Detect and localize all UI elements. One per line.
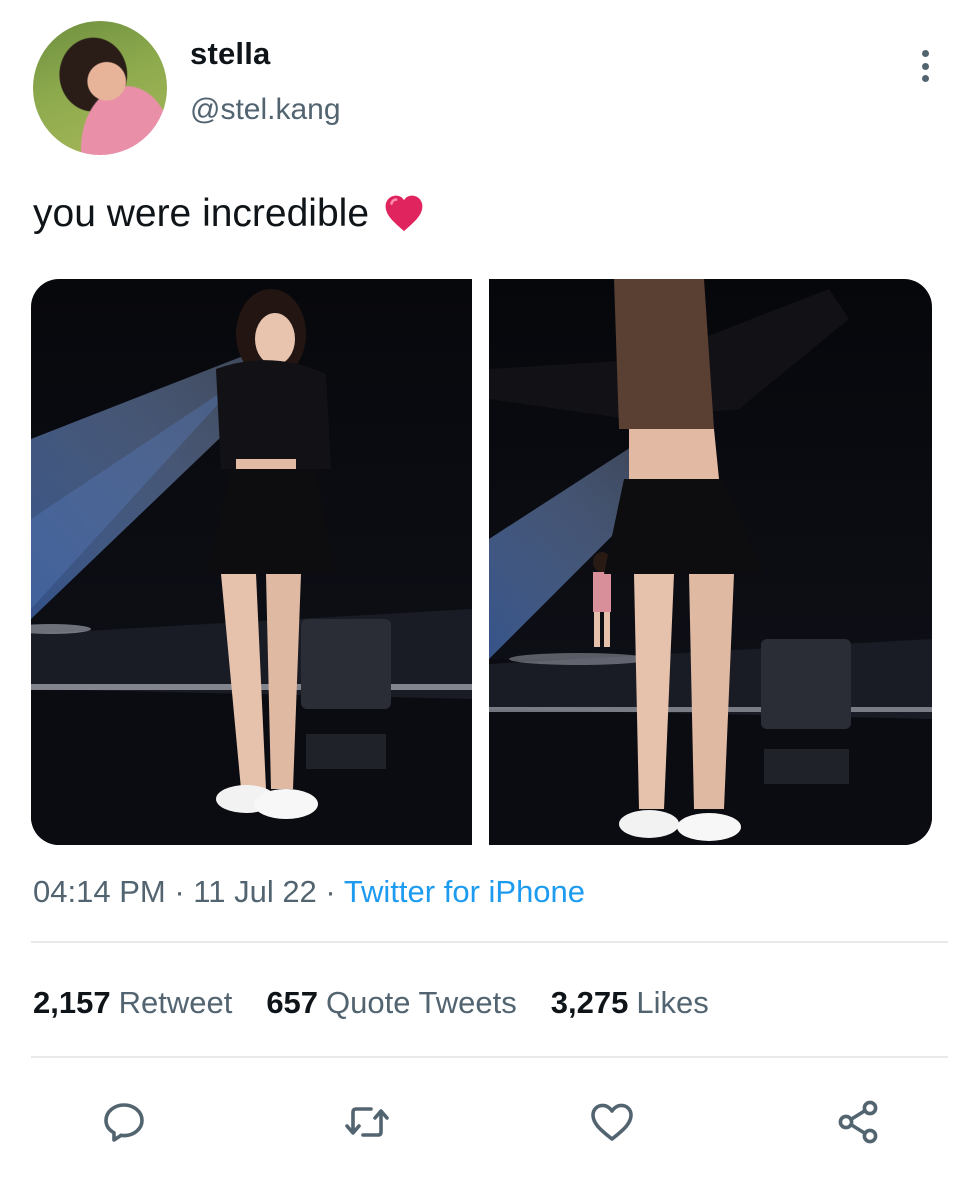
like-button[interactable]	[586, 1096, 638, 1148]
tweet-stats: 2,157 Retweet 657 Quote Tweets 3,275 Likes	[33, 985, 709, 1021]
quotes-label: Quote Tweets	[326, 985, 517, 1020]
tweet-source-link[interactable]: Twitter for iPhone	[344, 874, 585, 909]
photo-1-image	[31, 279, 472, 845]
more-options-button[interactable]	[910, 46, 940, 86]
user-handle[interactable]: @stel.kang	[190, 93, 341, 127]
more-vertical-icon	[921, 50, 929, 57]
retweet-button[interactable]	[341, 1096, 393, 1148]
divider	[31, 941, 948, 943]
reply-icon	[104, 1103, 144, 1142]
avatar[interactable]	[33, 21, 167, 155]
display-name[interactable]: stella	[190, 36, 270, 72]
retweets-label: Retweet	[118, 985, 233, 1020]
quotes-count: 657	[266, 985, 319, 1020]
photo-2-image	[489, 279, 932, 845]
tweet-date: 11 Jul 22	[193, 874, 317, 909]
likes-count: 3,275	[550, 985, 629, 1020]
meta-separator: ·	[325, 874, 336, 909]
tweet-photo-2[interactable]	[489, 279, 932, 845]
share-button[interactable]	[832, 1096, 884, 1148]
tweet-time: 04:14 PM	[33, 874, 166, 909]
tweet-text: you were incredible	[33, 192, 425, 236]
meta-separator: ·	[174, 874, 185, 909]
heart-icon	[591, 1103, 633, 1141]
more-dot	[921, 62, 929, 70]
quote-tweets-stat[interactable]: 657 Quote Tweets	[266, 985, 516, 1021]
tweet-text-body: you were incredible	[33, 192, 370, 235]
likes-label: Likes	[636, 985, 709, 1020]
retweets-stat[interactable]: 2,157 Retweet	[33, 985, 232, 1021]
share-icon	[838, 1100, 878, 1144]
tweet-meta: 04:14 PM · 11 Jul 22 · Twitter for iPhon…	[33, 874, 585, 910]
divider	[31, 1056, 948, 1058]
more-dot	[921, 75, 929, 82]
heart-emoji-icon	[385, 195, 423, 232]
likes-stat[interactable]: 3,275 Likes	[551, 985, 709, 1021]
tweet-photo-1[interactable]	[31, 279, 472, 845]
retweet-icon	[345, 1107, 389, 1137]
reply-button[interactable]	[98, 1096, 150, 1148]
retweets-count: 2,157	[33, 985, 111, 1020]
